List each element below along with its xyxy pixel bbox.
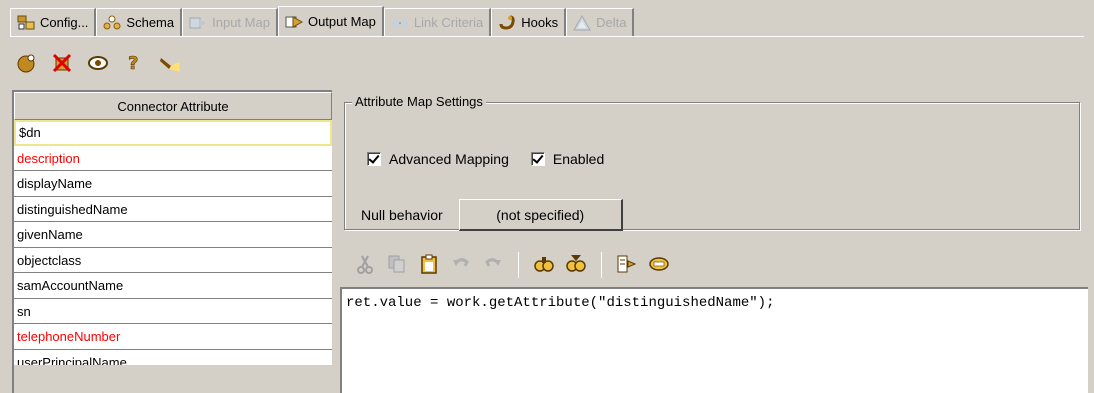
tab-config[interactable]: Config...: [10, 8, 97, 36]
tab-bar: Config... Schema Input Map Output Map Li…: [10, 6, 635, 36]
list-item[interactable]: distinguishedName: [14, 196, 332, 222]
list-item[interactable]: samAccountName: [14, 273, 332, 299]
tab-delta-label: Delta: [596, 15, 627, 30]
schema-icon: [103, 15, 121, 31]
tab-config-label: Config...: [40, 15, 89, 30]
tab-link-criteria-label: Link Criteria: [413, 15, 484, 30]
find-icon[interactable]: [533, 253, 555, 278]
tab-output-map-label: Output Map: [307, 14, 376, 29]
svg-text:?: ?: [128, 53, 138, 74]
enabled-checkmark[interactable]: [530, 152, 545, 166]
insert-icon[interactable]: [616, 253, 638, 278]
null-behavior-label: Null behavior: [361, 207, 443, 223]
tab-hooks[interactable]: Hooks: [491, 8, 567, 36]
view-icon: [87, 52, 109, 77]
list-item[interactable]: description: [14, 145, 332, 171]
list-item[interactable]: telephoneNumber: [14, 324, 332, 350]
connector-attribute-list: $dn description displayName distinguishe…: [14, 120, 332, 375]
connector-attribute-header[interactable]: Connector Attribute: [14, 92, 332, 120]
add-attribute-icon: [15, 52, 37, 77]
attribute-map-settings-title: Attribute Map Settings: [352, 94, 486, 109]
advanced-mapping-checkmark[interactable]: [367, 152, 381, 166]
link-criteria-icon: [391, 15, 409, 31]
advanced-mapping-label: Advanced Mapping: [389, 151, 509, 167]
tab-input-map-label: Input Map: [212, 15, 270, 30]
null-behavior-row: Null behavior (not specified): [361, 199, 623, 231]
tab-schema-label: Schema: [126, 15, 175, 30]
input-map-icon: [189, 15, 207, 31]
tab-link-criteria[interactable]: Link Criteria: [383, 8, 492, 36]
edit-icon[interactable]: [648, 253, 670, 278]
null-behavior-button[interactable]: (not specified): [458, 199, 623, 231]
add-attribute-button[interactable]: [14, 52, 38, 76]
view-button[interactable]: [86, 52, 110, 76]
script-editor[interactable]: ret.value = work.getAttribute("distingui…: [340, 287, 1088, 393]
delete-attribute-button[interactable]: [50, 52, 74, 76]
help-button[interactable]: ?: [122, 52, 146, 76]
hooks-icon: [498, 15, 516, 31]
flashlight-button[interactable]: [158, 52, 182, 76]
flashlight-icon: [159, 52, 181, 77]
output-map-icon: [285, 14, 303, 30]
settings-checkboxes: Advanced Mapping Enabled: [367, 151, 604, 167]
connector-attribute-panel: Connector Attribute $dn description disp…: [12, 90, 332, 393]
attribute-toolbar: ?: [14, 47, 182, 81]
tab-output-map[interactable]: Output Map: [277, 6, 384, 36]
list-item[interactable]: $dn: [14, 120, 332, 146]
list-item[interactable]: objectclass: [14, 247, 332, 273]
advanced-mapping-checkbox[interactable]: Advanced Mapping: [367, 151, 509, 167]
tab-divider: [10, 36, 1084, 37]
script-editor-toolbar: [354, 250, 670, 280]
paste-icon[interactable]: [418, 253, 440, 278]
redo-icon[interactable]: [482, 253, 504, 278]
list-item[interactable]: sn: [14, 298, 332, 324]
toolbar-separator: [518, 252, 519, 278]
attribute-map-panel: Advanced Mapping Enabled Null behavior (…: [340, 90, 1088, 393]
attribute-map-settings-group: Advanced Mapping Enabled Null behavior (…: [344, 102, 1080, 231]
list-item[interactable]: givenName: [14, 222, 332, 248]
tab-hooks-label: Hooks: [521, 15, 559, 30]
undo-icon[interactable]: [450, 253, 472, 278]
delete-attribute-icon: [51, 52, 73, 77]
enabled-label: Enabled: [552, 151, 605, 167]
config-icon: [17, 15, 35, 31]
tab-input-map[interactable]: Input Map: [182, 8, 278, 36]
tab-schema[interactable]: Schema: [96, 8, 183, 36]
list-item[interactable]: displayName: [14, 171, 332, 197]
list-empty-area: [14, 365, 332, 393]
enabled-checkbox[interactable]: Enabled: [530, 151, 605, 167]
toolbar-separator: [601, 252, 602, 278]
find-next-icon[interactable]: [565, 253, 587, 278]
copy-icon[interactable]: [386, 253, 408, 278]
help-icon: ?: [123, 52, 145, 77]
output-map-window: Config... Schema Input Map Output Map Li…: [0, 0, 1094, 393]
cut-icon[interactable]: [354, 253, 376, 278]
tab-delta[interactable]: Delta: [566, 8, 635, 36]
delta-icon: [573, 14, 591, 31]
